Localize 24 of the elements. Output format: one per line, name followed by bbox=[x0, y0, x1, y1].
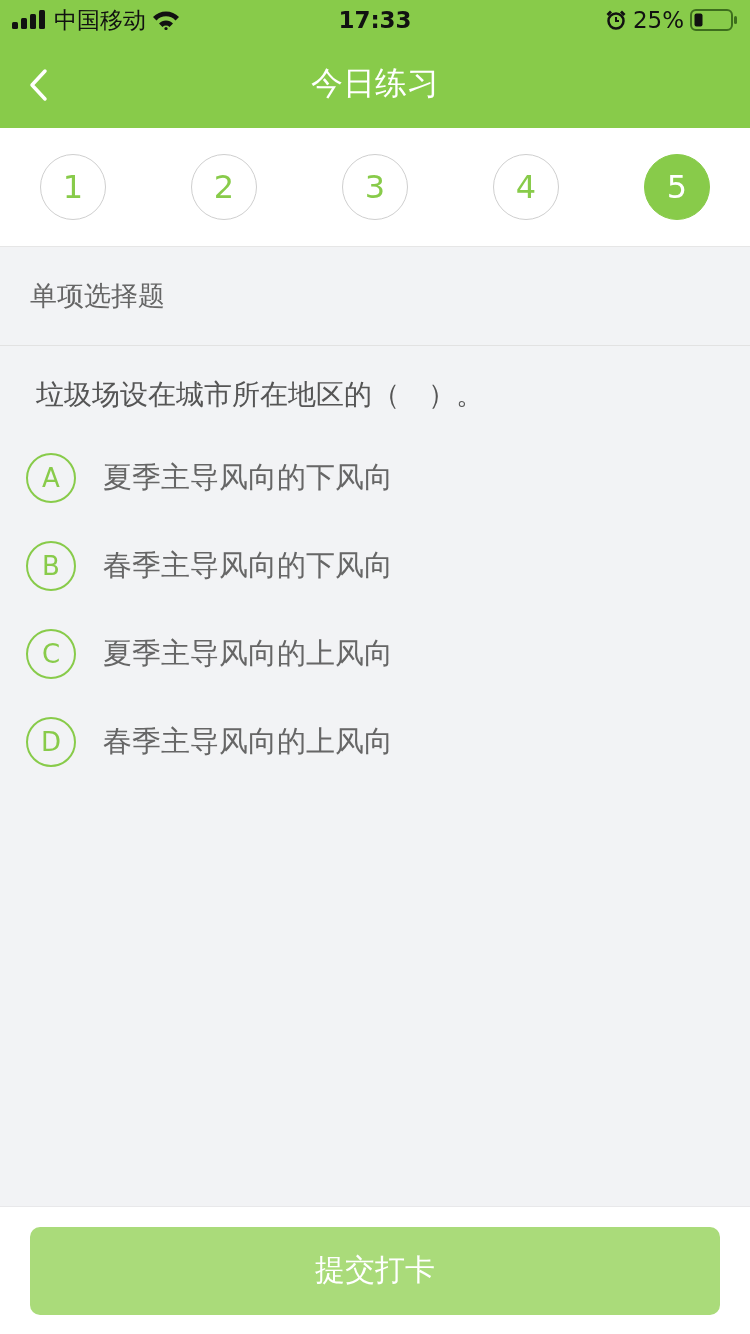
section-title: 单项选择题 bbox=[30, 279, 165, 313]
answer-option[interactable]: A 夏季主导风向的下风向 bbox=[26, 434, 724, 522]
option-letter: C bbox=[26, 629, 76, 679]
status-time: 17:33 bbox=[338, 7, 412, 33]
battery-icon bbox=[690, 8, 738, 32]
question-number-tab[interactable]: 4 bbox=[493, 154, 559, 220]
back-icon bbox=[28, 68, 48, 102]
question-number-tab[interactable]: 3 bbox=[342, 154, 408, 220]
answer-option[interactable]: D 春季主导风向的上风向 bbox=[26, 698, 724, 786]
signal-icon bbox=[12, 10, 48, 30]
carrier-name: 中国移动 bbox=[54, 5, 146, 35]
answer-option[interactable]: C 夏季主导风向的上风向 bbox=[26, 610, 724, 698]
question-number-tab[interactable]: 1 bbox=[40, 154, 106, 220]
question-number-tab[interactable]: 2 bbox=[191, 154, 257, 220]
battery-percent: 25% bbox=[632, 7, 684, 33]
wifi-icon bbox=[152, 10, 180, 30]
answer-option[interactable]: B 春季主导风向的下风向 bbox=[26, 522, 724, 610]
option-letter: B bbox=[26, 541, 76, 591]
question-number-tab[interactable]: 5 bbox=[644, 154, 710, 220]
option-letter: A bbox=[26, 453, 76, 503]
page-title: 今日练习 bbox=[311, 63, 439, 104]
question-text: 垃圾场设在城市所在地区的（ ）。 bbox=[36, 377, 485, 413]
alarm-icon bbox=[604, 9, 627, 31]
option-letter: D bbox=[26, 717, 76, 767]
